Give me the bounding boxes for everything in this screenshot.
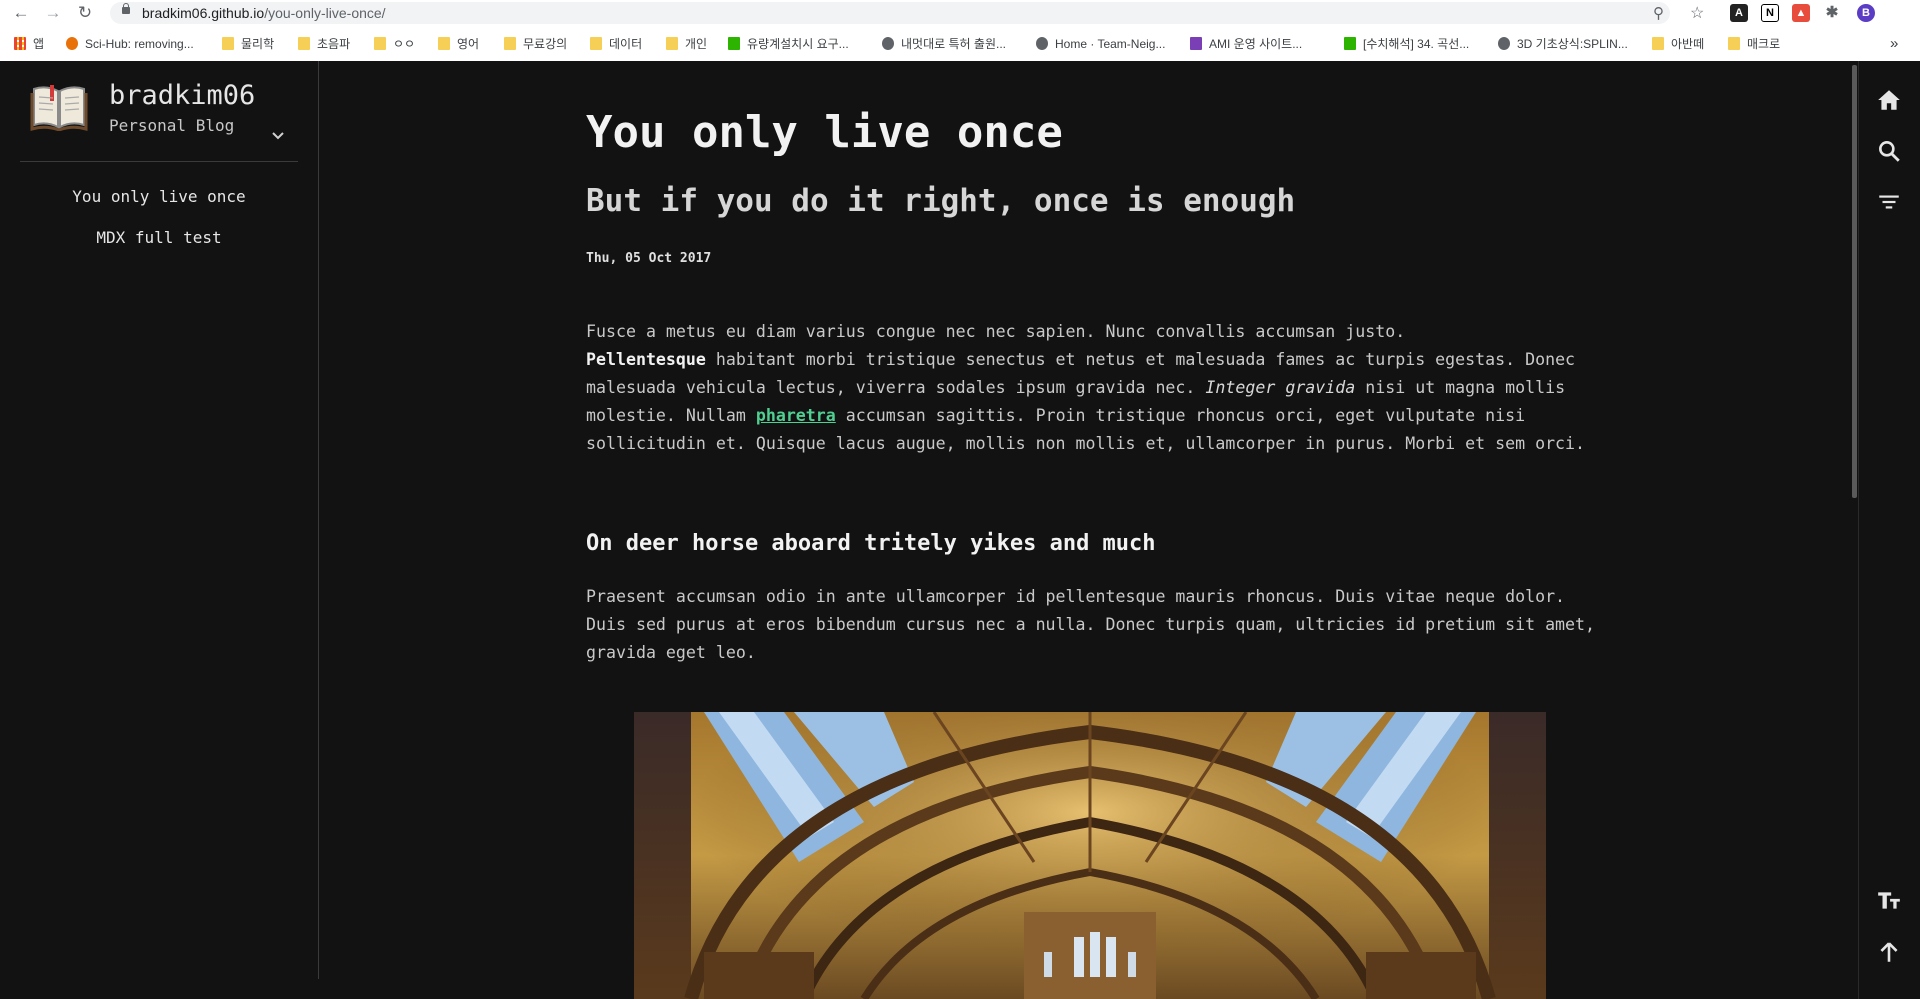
bookmark-folder[interactable]: 데이터: [590, 36, 642, 52]
folder-icon: [1652, 37, 1664, 50]
folder-icon: [298, 37, 310, 50]
notion-icon[interactable]: N: [1761, 4, 1779, 22]
pharetra-link[interactable]: pharetra: [756, 406, 836, 425]
bookmark-page[interactable]: AMI 운영 사이트...: [1190, 36, 1302, 52]
search-icon[interactable]: [1876, 138, 1902, 164]
site-title[interactable]: bradkim06: [109, 80, 255, 111]
bookmark-label: 내멋대로 특허 출원...: [901, 37, 1006, 51]
bookmark-page[interactable]: 유량계설치시 요구...: [728, 36, 849, 52]
bookmark-label: ㅇㅇ: [393, 37, 416, 51]
folder-icon: [222, 37, 234, 50]
site-icon: [1190, 37, 1202, 50]
bookmark-star-icon[interactable]: ☆: [1690, 3, 1704, 23]
address-bar[interactable]: bradkim06.github.io/you-only-live-once/ …: [110, 2, 1704, 24]
bookmark-page[interactable]: 3D 기초상식:SPLIN...: [1498, 36, 1628, 52]
sidebar-divider: [20, 161, 298, 162]
bookmark-label: 매크로: [1747, 37, 1781, 51]
zoom-icon[interactable]: ⚲: [1653, 4, 1664, 22]
paragraph-second: Praesent accumsan odio in ante ullamcorp…: [586, 587, 1596, 662]
bookmark-label: 초음파: [317, 37, 351, 51]
paragraph-text: Fusce a metus eu diam varius congue nec …: [586, 322, 1406, 341]
museum-hall-image: [634, 712, 1546, 999]
url-text: bradkim06.github.io/you-only-live-once/: [142, 5, 386, 21]
bookmark-folder[interactable]: 물리학: [222, 36, 274, 52]
bookmark-page[interactable]: Home · Team-Neig...: [1036, 36, 1165, 52]
forward-icon[interactable]: →: [40, 0, 66, 27]
url-host: bradkim06.github.io: [142, 5, 265, 21]
filter-icon[interactable]: [1876, 189, 1902, 215]
post-title: You only live once: [586, 107, 1063, 158]
bookmark-folder[interactable]: 아반떼: [1652, 36, 1704, 52]
bookmark-folder[interactable]: 영어: [438, 36, 479, 52]
bookmark-scihub[interactable]: Sci-Hub: removing...: [66, 36, 194, 52]
bookmark-label: 물리학: [241, 37, 275, 51]
bookmark-label: 무료강의: [523, 37, 568, 51]
folder-icon: [1728, 37, 1740, 50]
more-bookmarks-button[interactable]: »: [1890, 36, 1898, 52]
url-path: /you-only-live-once/: [264, 5, 386, 21]
globe-icon: [882, 37, 894, 50]
back-icon[interactable]: ←: [8, 0, 34, 27]
extensions-puzzle-icon[interactable]: ✱: [1823, 4, 1841, 22]
bookmark-folder[interactable]: 개인: [666, 36, 707, 52]
folder-icon: [374, 37, 386, 50]
bookmark-label: 영어: [457, 37, 480, 51]
folder-icon: [438, 37, 450, 50]
bookmark-folder[interactable]: 매크로: [1728, 36, 1780, 52]
arrow-up-icon[interactable]: [1876, 939, 1902, 965]
post-date: Thu, 05 Oct 2017: [586, 251, 712, 266]
bookmark-label: Home · Team-Neig...: [1055, 37, 1166, 51]
scrollbar-thumb[interactable]: [1852, 65, 1857, 498]
bookmark-label: [수치해석] 34. 곡선...: [1363, 37, 1470, 51]
bookmark-folder[interactable]: 초음파: [298, 36, 350, 52]
bookmark-label: 3D 기초상식:SPLIN...: [1517, 37, 1628, 51]
italic-text: Integer gravida: [1205, 378, 1356, 397]
folder-icon: [590, 37, 602, 50]
open-book-icon[interactable]: [30, 81, 88, 131]
reload-icon[interactable]: ↻: [72, 0, 98, 27]
post-subtitle: But if you do it right, once is enough: [586, 183, 1296, 219]
bookmark-label: 개인: [685, 37, 708, 51]
bookmark-apps[interactable]: 앱: [14, 36, 44, 52]
scihub-icon: [66, 37, 78, 50]
globe-icon: [1498, 37, 1510, 50]
bookmark-label: 아반떼: [1671, 37, 1705, 51]
chevron-down-icon[interactable]: [271, 129, 285, 143]
extension-red-icon[interactable]: ▲: [1792, 4, 1810, 22]
bold-text: Pellentesque: [586, 350, 706, 369]
bookmark-folder[interactable]: 무료강의: [504, 36, 567, 52]
bookmark-label: 유량계설치시 요구...: [747, 37, 849, 51]
bookmark-label: 데이터: [609, 37, 643, 51]
apps-grid-icon: [14, 37, 26, 50]
section-heading: On deer horse aboard tritely yikes and m…: [586, 531, 1156, 556]
browser-toolbar: ← → ↻ bradkim06.github.io/you-only-live-…: [0, 0, 1920, 27]
page-body: bradkim06 Personal Blog You only live on…: [0, 61, 1920, 999]
bookmark-page[interactable]: [수치해석] 34. 곡선...: [1344, 36, 1469, 52]
right-toolbar: [1858, 61, 1920, 999]
paragraph-intro: Fusce a metus eu diam varius congue nec …: [586, 318, 1596, 458]
sidebar-item-mdx-full-test[interactable]: MDX full test: [0, 228, 318, 247]
lock-icon: [122, 3, 130, 14]
folder-icon: [504, 37, 516, 50]
extension-a-icon[interactable]: A: [1730, 4, 1748, 22]
bookmarks-bar: 앱 Sci-Hub: removing... 물리학 초음파 ㅇㅇ 영어 무료강…: [0, 27, 1920, 62]
bookmark-label: AMI 운영 사이트...: [1209, 37, 1303, 51]
site-subtitle: Personal Blog: [109, 116, 235, 135]
bookmark-label: Sci-Hub: removing...: [85, 37, 194, 51]
bookmark-folder[interactable]: ㅇㅇ: [374, 36, 415, 52]
sidebar-item-you-only-live-once[interactable]: You only live once: [0, 187, 318, 206]
bookmark-label: 앱: [33, 37, 45, 51]
profile-avatar[interactable]: B: [1857, 4, 1875, 22]
folder-icon: [666, 37, 678, 50]
bookmark-page[interactable]: 내멋대로 특허 출원...: [882, 36, 1006, 52]
font-size-icon[interactable]: [1876, 887, 1902, 913]
site-icon: [1344, 37, 1356, 50]
site-icon: [728, 37, 740, 50]
sidebar: bradkim06 Personal Blog You only live on…: [0, 61, 319, 979]
home-icon[interactable]: [1876, 87, 1902, 113]
globe-icon: [1036, 37, 1048, 50]
